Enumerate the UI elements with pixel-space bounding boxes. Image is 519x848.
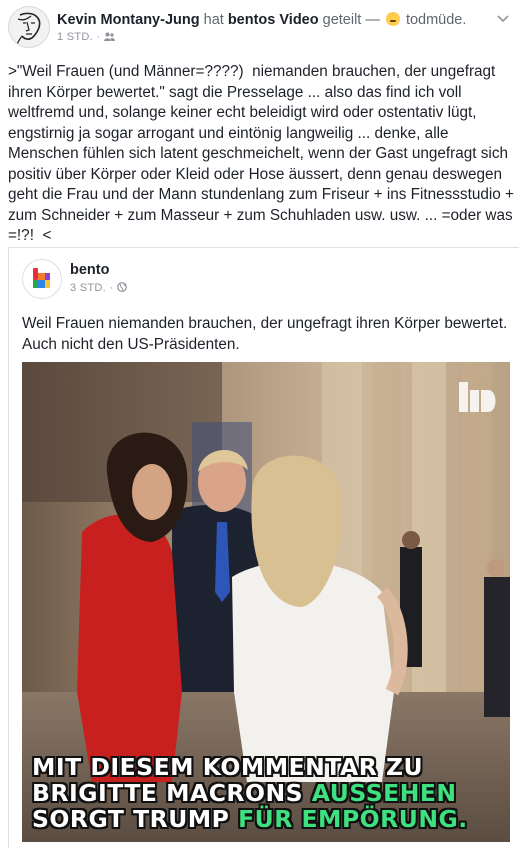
overlay-line-3-a: SORGT TRUMP: [32, 805, 230, 833]
shared-caption: Weil Frauen niemanden brauchen, der unge…: [22, 315, 508, 353]
post-meta: 1 STD. ·: [57, 31, 115, 43]
shared-source-link[interactable]: bentos: [228, 12, 276, 28]
post-author-line: Kevin Montany-Jung hat bentos Video gete…: [57, 11, 497, 29]
friends-icon[interactable]: [103, 32, 115, 41]
sleepy-emoji-icon: [385, 12, 400, 26]
meta-separator: ·: [109, 282, 117, 294]
video-player[interactable]: MIT DIESEM KOMMENTAR ZU BRIGITTE MACRONS…: [22, 362, 510, 842]
shared-meta: 3 STD. ·: [70, 282, 127, 294]
post-body-text: >"Weil Frauen (und Männer=????) niemande…: [8, 63, 519, 244]
overlay-line-3-b: FÜR EMPÖRUNG.: [238, 805, 468, 833]
shared-timestamp[interactable]: 3 STD.: [70, 282, 106, 294]
overlay-line-3: SORGT TRUMP FÜR EMPÖRUNG.: [32, 806, 502, 832]
bento-logo-icon: [33, 268, 50, 288]
feeling-text: todmüde.: [405, 12, 467, 28]
action-hat: hat: [203, 12, 224, 28]
overlay-line-2-b: AUSSEHEN: [311, 779, 457, 807]
overlay-line-2: BRIGITTE MACRONS AUSSEHEN: [32, 780, 502, 806]
meta-separator: ·: [96, 31, 104, 43]
sketch-portrait-icon: [15, 12, 41, 47]
globe-icon[interactable]: [116, 282, 127, 292]
post-timestamp[interactable]: 1 STD.: [57, 31, 93, 43]
video-overlay-caption: MIT DIESEM KOMMENTAR ZU BRIGITTE MACRONS…: [32, 754, 502, 832]
shared-page-name[interactable]: bento: [70, 262, 109, 278]
author-name[interactable]: Kevin Montany-Jung: [57, 12, 200, 28]
post-header: Kevin Montany-Jung hat bentos Video gete…: [0, 0, 519, 56]
shared-type-link[interactable]: Video: [279, 12, 318, 28]
overlay-line-1: MIT DIESEM KOMMENTAR ZU: [32, 753, 424, 781]
bento-page-avatar[interactable]: [22, 259, 62, 299]
chevron-down-icon[interactable]: [497, 14, 509, 24]
action-geteilt: geteilt —: [322, 12, 380, 28]
shared-post-card: bento 3 STD. · Weil Frauen niemanden bra…: [8, 247, 519, 848]
author-avatar[interactable]: [8, 6, 50, 48]
overlay-line-2-a: BRIGITTE MACRONS: [32, 779, 304, 807]
